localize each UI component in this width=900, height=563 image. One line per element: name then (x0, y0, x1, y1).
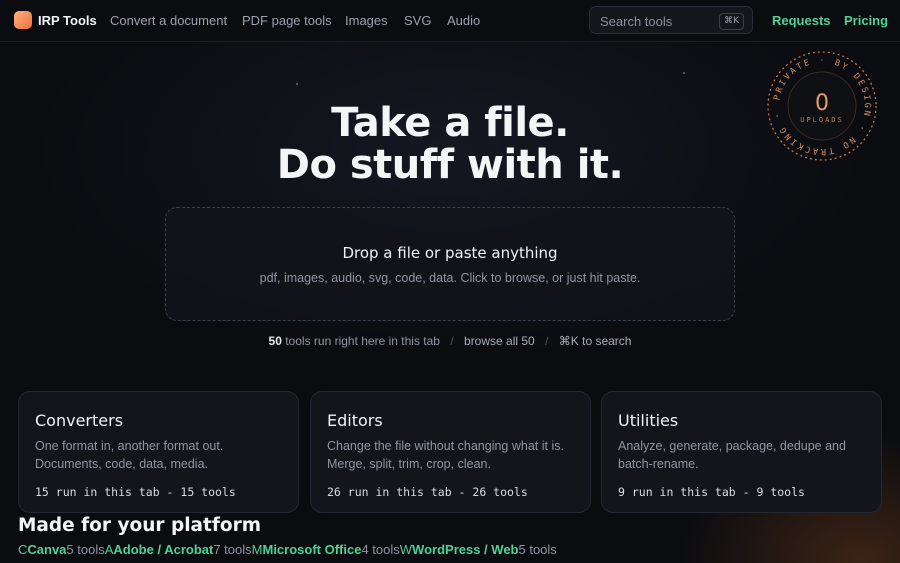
star-decoration (296, 83, 298, 85)
nav-link-svg[interactable]: SVG (404, 13, 431, 28)
platform-tool-count: 4 tools (361, 542, 400, 557)
platform-item-canva[interactable]: CCanva5 tools (18, 542, 105, 557)
canva-icon: C (18, 542, 28, 557)
separator: / (450, 334, 454, 348)
nav-link-audio[interactable]: Audio (447, 13, 480, 28)
wordpress-icon: W (399, 542, 413, 557)
card-title: Editors (327, 411, 383, 430)
pricing-link[interactable]: Pricing (844, 13, 888, 28)
card-description: Change the file without changing what it… (327, 439, 564, 471)
tools-meta-line: 50 tools run right here in this tab / br… (0, 334, 900, 348)
brand-logo[interactable]: IRP Tools (14, 11, 97, 29)
hero-title-line-1: Take a file. (331, 100, 569, 146)
hero-title-line-2: Do stuff with it. (276, 142, 624, 188)
platform-name: Canva (27, 542, 67, 557)
search-shortcut-key: ⌘K (719, 13, 744, 30)
category-card-editors[interactable]: Editors Change the file without changing… (310, 391, 591, 513)
tools-count-text: tools run right here in this tab (285, 334, 440, 348)
card-description: One format in, another format out. Docum… (35, 439, 224, 471)
nav-link-pdf-page-tools[interactable]: PDF page tools (242, 13, 332, 28)
platform-tool-count: 5 tools (66, 542, 105, 557)
nav-link-convert-document[interactable]: Convert a document (110, 13, 227, 28)
card-tool-count: 26 run in this tab - 26 tools (327, 485, 528, 499)
file-drop-zone[interactable]: Drop a file or paste anything pdf, image… (165, 207, 735, 321)
separator: / (545, 334, 549, 348)
category-card-converters[interactable]: Converters One format in, another format… (18, 391, 299, 513)
platform-section-title: Made for your platform (18, 515, 262, 536)
card-description: Analyze, generate, package, dedupe and b… (618, 439, 846, 471)
browse-all-link[interactable]: browse all 50 (464, 334, 535, 348)
card-title: Converters (35, 411, 124, 430)
platform-list: CCanva5 toolsAAdobe / Acrobat7 toolsMMic… (18, 542, 557, 557)
microsoft-icon: M (251, 542, 263, 557)
platform-item-adobe[interactable]: AAdobe / Acrobat7 tools (105, 542, 252, 557)
search-tools-box[interactable]: Search tools ⌘K (589, 6, 753, 34)
drop-zone-title: Drop a file or paste anything (342, 244, 558, 262)
logo-icon (14, 11, 32, 29)
drop-zone-subtitle: pdf, images, audio, svg, code, data. Cli… (259, 271, 641, 285)
brand-name: IRP Tools (38, 12, 97, 28)
platform-item-microsoft-office[interactable]: MMicrosoft Office4 tools (252, 542, 400, 557)
top-nav: IRP Tools Convert a document PDF page to… (0, 0, 900, 42)
platform-tool-count: 7 tools (213, 542, 252, 557)
platform-name: Adobe / Acrobat (113, 542, 214, 557)
platform-name: Microsoft Office (262, 542, 362, 557)
platform-tool-count: 5 tools (518, 542, 557, 557)
tools-count: 50 (268, 334, 282, 348)
search-placeholder: Search tools (600, 14, 673, 29)
platform-name: WordPress / Web (412, 542, 519, 557)
star-decoration (683, 72, 685, 74)
card-tool-count: 9 run in this tab - 9 tools (618, 485, 805, 499)
search-hint-link[interactable]: ⌘K to search (559, 334, 632, 348)
nav-link-images[interactable]: Images (345, 13, 388, 28)
requests-link[interactable]: Requests (772, 13, 831, 28)
card-title: Utilities (618, 411, 679, 430)
card-tool-count: 15 run in this tab - 15 tools (35, 485, 236, 499)
platform-item-wordpress[interactable]: WWordPress / Web5 tools (400, 542, 557, 557)
category-card-utilities[interactable]: Utilities Analyze, generate, package, de… (601, 391, 882, 513)
